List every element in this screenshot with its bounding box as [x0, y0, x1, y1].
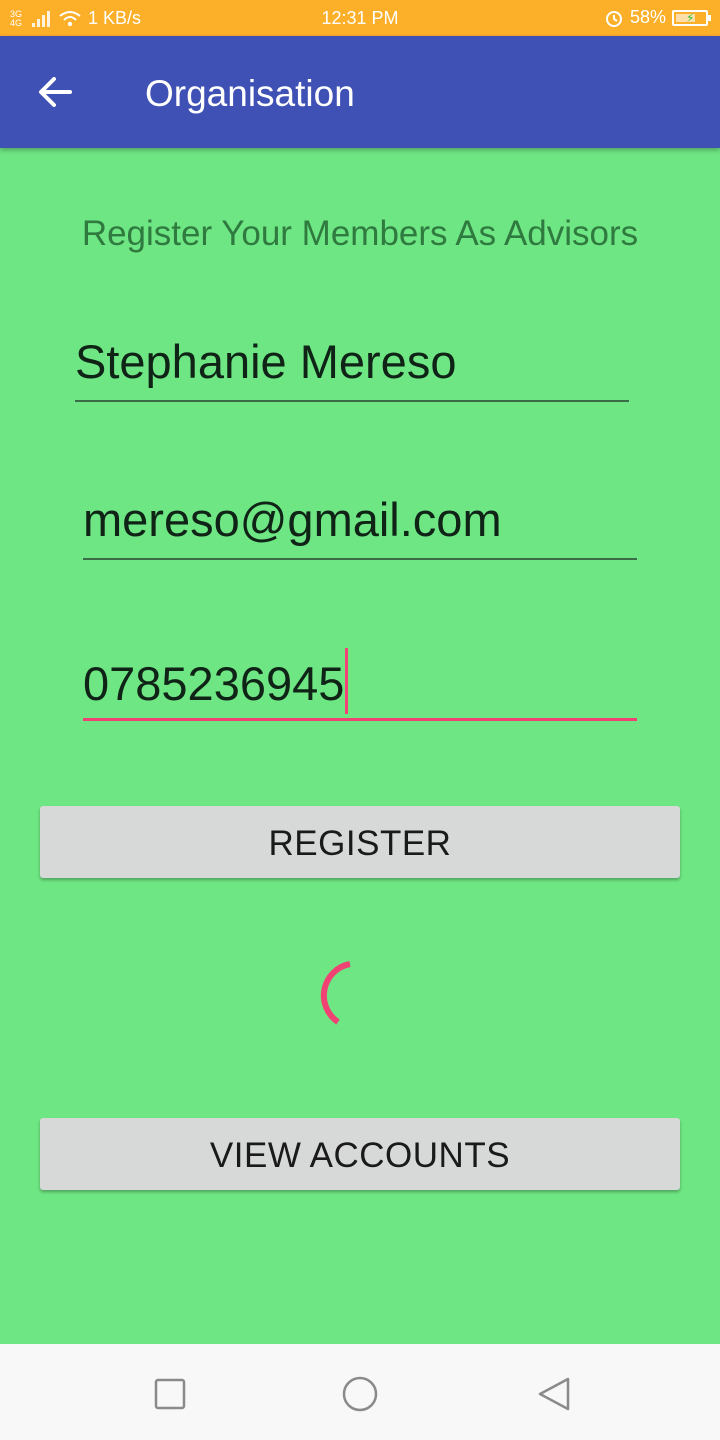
form-subtitle: Register Your Members As Advisors	[81, 214, 639, 253]
email-field[interactable]: mereso@gmail.com	[83, 488, 637, 560]
loading-spinner-icon	[320, 961, 351, 1025]
recent-apps-icon[interactable]	[150, 1374, 190, 1414]
app-bar: Organisation	[0, 36, 720, 148]
name-field[interactable]: Stephanie Mereso	[75, 330, 629, 402]
page-title: Organisation	[145, 73, 355, 114]
battery-icon: ⚡	[672, 9, 711, 26]
phone-field-value: 0785236945	[83, 657, 345, 710]
home-icon[interactable]	[340, 1374, 380, 1414]
status-bar: 3G 4G 1 KB/s 12:31 PM 58% ⚡	[0, 0, 720, 36]
back-button[interactable]	[36, 74, 76, 110]
arrow-left-icon	[39, 77, 72, 107]
back-triangle-icon[interactable]	[534, 1374, 574, 1414]
phone-field[interactable]: 0785236945	[83, 648, 637, 721]
status-right: 58% ⚡	[604, 7, 711, 28]
alarm-icon	[605, 10, 622, 27]
text-cursor	[345, 648, 349, 714]
view-accounts-button[interactable]: VIEW ACCOUNTS	[40, 1118, 680, 1190]
name-field-value: Stephanie Mereso	[75, 335, 457, 388]
email-field-value: mereso@gmail.com	[83, 493, 502, 546]
battery-percent: 58%	[629, 7, 666, 27]
navigation-bar	[0, 1344, 720, 1440]
register-button[interactable]: REGISTER	[40, 806, 680, 878]
